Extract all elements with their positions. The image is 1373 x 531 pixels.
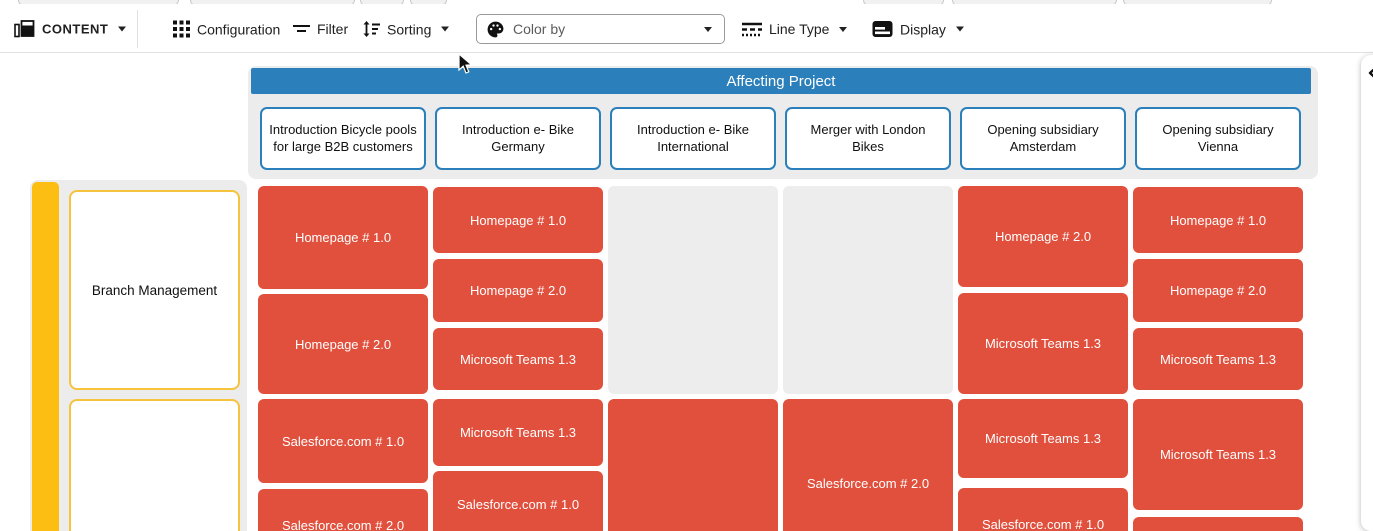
application-cell[interactable]: Salesforce.com # 2.0 (258, 489, 428, 531)
column-header[interactable]: Opening subsidiary Vienna (1135, 107, 1301, 170)
application-cell[interactable]: Homepage # 1.0 (1133, 187, 1303, 253)
column-header-label: Merger with London Bikes (794, 122, 942, 155)
caret-down-icon (839, 27, 847, 32)
row-header-card[interactable] (69, 399, 240, 531)
cell-label: Salesforce.com # 1.0 (457, 497, 579, 512)
cell-label: Microsoft Teams 1.3 (460, 352, 576, 367)
cell-label: Microsoft Teams 1.3 (1160, 352, 1276, 367)
color-by-select[interactable]: Color by (476, 14, 725, 44)
cell-label: Salesforce.com # 1.0 (982, 517, 1104, 531)
application-cell[interactable] (1133, 517, 1303, 531)
collapsed-side-panel[interactable] (1361, 55, 1373, 531)
column-header-label: Opening subsidiary Vienna (1144, 122, 1292, 155)
caret-down-icon (704, 27, 712, 32)
cell-label: Microsoft Teams 1.3 (985, 431, 1101, 446)
column-group-header[interactable]: Affecting Project (251, 68, 1311, 94)
application-cell[interactable]: Salesforce.com # 1.0 (433, 471, 603, 531)
column-header[interactable]: Opening subsidiary Amsterdam (960, 107, 1126, 170)
line-type-button[interactable]: Line Type (742, 21, 847, 37)
cell-label: Homepage # 2.0 (295, 337, 391, 352)
application-cell[interactable]: Homepage # 2.0 (958, 186, 1128, 287)
cell-label: Homepage # 1.0 (295, 230, 391, 245)
filter-list-icon (293, 22, 310, 36)
application-cell[interactable]: Microsoft Teams 1.3 (958, 399, 1128, 478)
column-header-label: Introduction e- Bike International (619, 122, 767, 155)
empty-cell (608, 186, 778, 394)
content-menu-label: CONTENT (42, 22, 108, 37)
toolbar: CONTENT Configuration Filter (0, 4, 1373, 53)
application-cell[interactable]: Homepage # 2.0 (1133, 259, 1303, 322)
application-cell[interactable]: Microsoft Teams 1.3 (433, 399, 603, 466)
sorting-label: Sorting (387, 21, 431, 37)
filter-label: Filter (317, 21, 348, 37)
cell-label: Homepage # 2.0 (1170, 283, 1266, 298)
application-cell[interactable]: Homepage # 1.0 (433, 187, 603, 253)
display-label: Display (900, 21, 946, 37)
column-header-label: Introduction e- Bike Germany (444, 122, 592, 155)
column-header[interactable]: Introduction e- Bike International (610, 107, 776, 170)
display-button[interactable]: Display (872, 21, 964, 38)
toolbar-divider (137, 10, 138, 48)
sorting-button[interactable]: Sorting (363, 21, 449, 38)
matrix-view-screen: CONTENT Configuration Filter (0, 0, 1373, 531)
caret-down-icon (956, 27, 964, 32)
application-cell[interactable]: Salesforce.com # 1.0 (958, 488, 1128, 531)
cell-label: Salesforce.com # 2.0 (807, 476, 929, 491)
cell-label: Homepage # 2.0 (995, 229, 1091, 244)
line-style-icon (742, 22, 762, 37)
cell-label: Microsoft Teams 1.3 (460, 425, 576, 440)
cell-label: Homepage # 1.0 (1170, 213, 1266, 228)
application-cell[interactable] (608, 399, 778, 531)
sort-arrows-icon (363, 21, 380, 38)
application-cell[interactable]: Salesforce.com # 1.0 (258, 399, 428, 483)
display-card-icon (872, 21, 893, 38)
application-cell[interactable]: Homepage # 1.0 (258, 186, 428, 289)
configuration-button[interactable]: Configuration (173, 21, 280, 38)
caret-down-icon (441, 27, 449, 32)
cell-label: Salesforce.com # 1.0 (282, 434, 404, 449)
row-header-label: Branch Management (92, 283, 217, 298)
application-cell[interactable]: Microsoft Teams 1.3 (1133, 399, 1303, 510)
column-header[interactable]: Introduction e- Bike Germany (435, 107, 601, 170)
palette-icon (486, 20, 505, 39)
column-header-label: Introduction Bicycle pools for large B2B… (269, 122, 417, 155)
column-group-title: Affecting Project (727, 73, 836, 90)
column-header[interactable]: Introduction Bicycle pools for large B2B… (260, 107, 426, 170)
cell-label: Microsoft Teams 1.3 (985, 336, 1101, 351)
empty-cell (783, 186, 953, 394)
column-header-label: Opening subsidiary Amsterdam (969, 122, 1117, 155)
cell-label: Homepage # 2.0 (470, 283, 566, 298)
application-cell[interactable]: Microsoft Teams 1.3 (1133, 328, 1303, 390)
application-cell[interactable]: Homepage # 2.0 (258, 294, 428, 394)
cell-label: Salesforce.com # 2.0 (282, 518, 404, 531)
application-cell[interactable]: Homepage # 2.0 (433, 259, 603, 322)
color-by-value: Color by (513, 21, 565, 37)
line-type-label: Line Type (769, 21, 829, 37)
application-cell[interactable]: Microsoft Teams 1.3 (958, 293, 1128, 394)
configuration-label: Configuration (197, 21, 280, 37)
grid-3x3-icon (173, 21, 190, 38)
content-matrix-icon (14, 20, 35, 39)
chevron-left-icon (1367, 66, 1373, 80)
column-header[interactable]: Merger with London Bikes (785, 107, 951, 170)
row-header-card[interactable]: Branch Management (69, 190, 240, 390)
content-menu-button[interactable]: CONTENT (14, 20, 126, 39)
cell-label: Microsoft Teams 1.3 (1160, 447, 1276, 462)
application-cell[interactable]: Salesforce.com # 2.0 (783, 399, 953, 531)
caret-down-icon (118, 27, 126, 32)
filter-button[interactable]: Filter (293, 21, 348, 37)
application-cell[interactable]: Microsoft Teams 1.3 (433, 328, 603, 390)
cell-label: Homepage # 1.0 (470, 213, 566, 228)
row-group-color-bar (32, 182, 59, 531)
